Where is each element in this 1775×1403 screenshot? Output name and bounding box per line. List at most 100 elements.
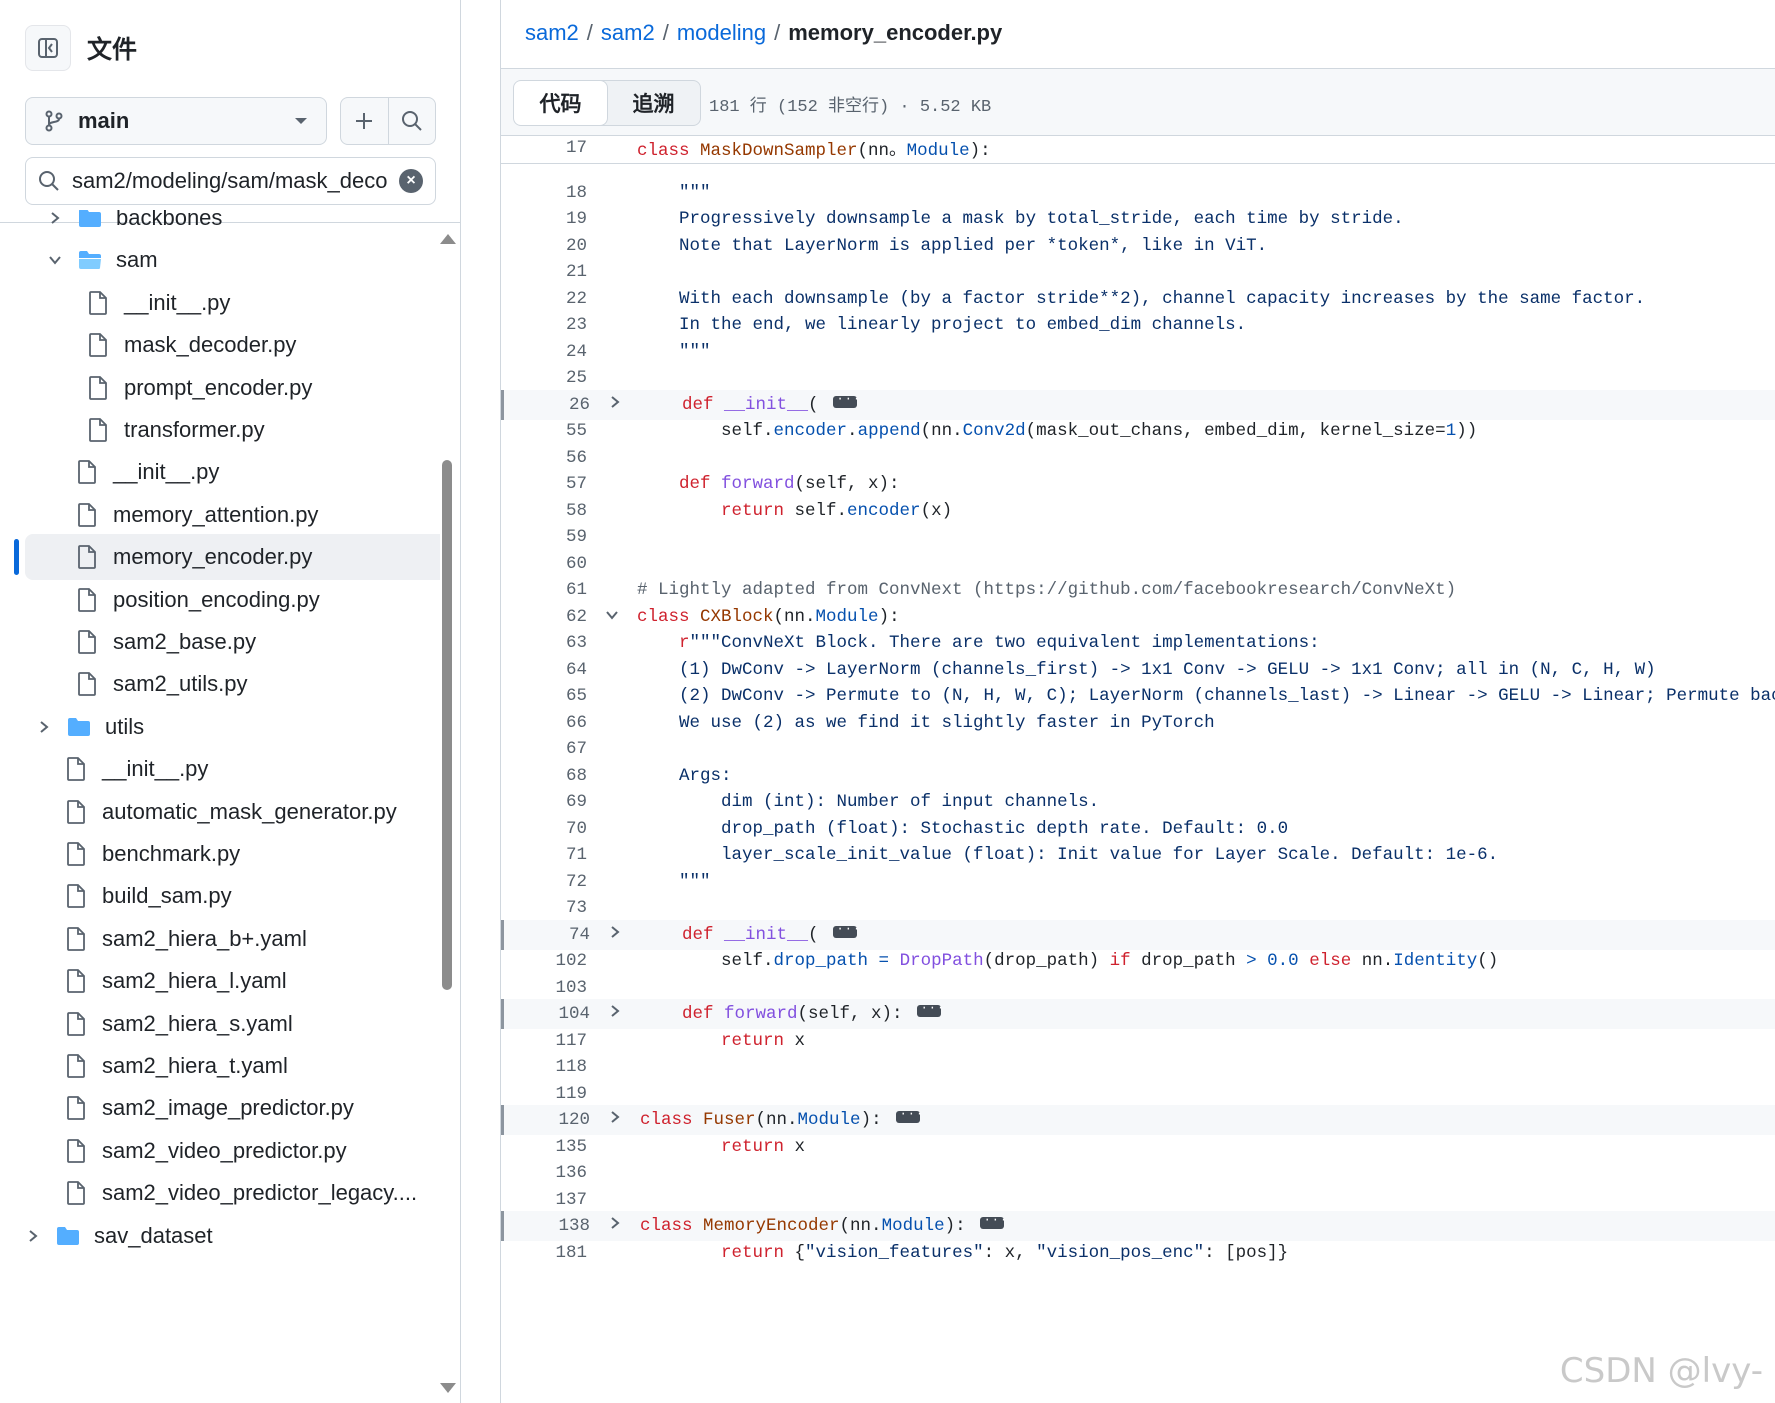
expand-fold-icon[interactable] [609, 1110, 621, 1130]
line-number[interactable]: 18 [501, 183, 587, 203]
line-number[interactable]: 62 [501, 607, 587, 627]
file-search-input[interactable] [70, 167, 399, 195]
line-number[interactable]: 74 [504, 925, 590, 945]
line-number[interactable]: 119 [501, 1084, 587, 1104]
tree-file[interactable]: sam2_hiera_t.yaml [62, 1043, 288, 1089]
line-number[interactable]: 60 [501, 554, 587, 574]
chevron-right-icon[interactable] [44, 211, 66, 225]
tree-file[interactable]: __init__.py [62, 746, 208, 792]
breadcrumb-link[interactable]: sam2 [601, 20, 655, 46]
tree-file[interactable]: __init__.py [73, 449, 219, 495]
tree-file[interactable]: prompt_encoder.py [84, 365, 312, 411]
line-number[interactable]: 102 [501, 951, 587, 971]
line-number[interactable]: 117 [501, 1031, 587, 1051]
ellipsis-expand-icon[interactable] [832, 922, 861, 938]
tree-folder[interactable]: sav_dataset [22, 1213, 213, 1259]
tree-file[interactable]: sam2_video_predictor_legacy.... [62, 1170, 417, 1216]
chevron-right-icon[interactable] [33, 720, 55, 734]
line-number[interactable]: 57 [501, 474, 587, 494]
branch-selector[interactable]: main [25, 97, 327, 145]
go-to-file-search[interactable]: × [25, 157, 436, 205]
tree-file[interactable]: sam2_utils.py [73, 661, 248, 707]
collapse-sidebar-button[interactable] [25, 25, 71, 71]
line-number[interactable]: 104 [504, 1004, 590, 1024]
line-number[interactable]: 26 [504, 395, 590, 415]
tree-file[interactable]: sam2_base.py [73, 619, 256, 665]
scrollbar-thumb[interactable] [442, 460, 452, 990]
line-number[interactable]: 69 [501, 792, 587, 812]
line-number[interactable]: 58 [501, 501, 587, 521]
line-number[interactable]: 55 [501, 421, 587, 441]
line-number[interactable]: 65 [501, 686, 587, 706]
line-number[interactable]: 68 [501, 766, 587, 786]
line-number[interactable]: 25 [501, 368, 587, 388]
tree-folder[interactable]: sam [44, 237, 158, 283]
line-number[interactable]: 136 [501, 1163, 587, 1183]
ellipsis-expand-icon[interactable] [979, 1213, 1008, 1230]
scroll-down-icon[interactable] [440, 1383, 456, 1393]
file-meta: 181 行 (152 非空行) · 5.52 KB [709, 98, 992, 117]
tree-file[interactable]: mask_decoder.py [84, 322, 296, 368]
tree-file[interactable]: sam2_hiera_b+.yaml [62, 916, 307, 962]
line-number[interactable]: 24 [501, 342, 587, 362]
line-number[interactable]: 71 [501, 845, 587, 865]
line-number[interactable]: 70 [501, 819, 587, 839]
tree-folder[interactable]: backbones [44, 210, 222, 241]
line-number[interactable]: 120 [504, 1110, 590, 1130]
chevron-right-icon[interactable] [22, 1229, 44, 1243]
expand-fold-icon[interactable] [609, 925, 621, 945]
tree-file[interactable]: sam2_image_predictor.py [62, 1085, 354, 1131]
tree-file[interactable]: sam2_hiera_s.yaml [62, 1001, 293, 1047]
tree-file[interactable]: sam2_video_predictor.py [62, 1128, 347, 1174]
tree-file[interactable]: transformer.py [84, 407, 265, 453]
line-number[interactable]: 67 [501, 739, 587, 759]
line-number[interactable]: 20 [501, 236, 587, 256]
line-number[interactable]: 61 [501, 580, 587, 600]
tree-item-label: mask_decoder.py [124, 332, 297, 358]
line-number[interactable]: 138 [504, 1216, 590, 1236]
tree-file[interactable]: memory_encoder.py [25, 534, 440, 581]
tree-file[interactable]: build_sam.py [62, 873, 232, 919]
tree-file[interactable]: memory_attention.py [73, 492, 318, 538]
line-number[interactable]: 181 [501, 1243, 587, 1263]
breadcrumb-link[interactable]: sam2 [525, 20, 579, 46]
line-number[interactable]: 63 [501, 633, 587, 653]
line-number[interactable]: 103 [501, 978, 587, 998]
ellipsis-expand-icon[interactable] [832, 392, 861, 408]
line-number[interactable]: 22 [501, 289, 587, 309]
tree-file[interactable]: __init__.py [84, 280, 230, 326]
line-number[interactable]: 56 [501, 448, 587, 468]
code-line: 104 def forward(self, x): [501, 999, 1775, 1029]
chevron-down-icon[interactable] [44, 254, 66, 266]
breadcrumb-link[interactable]: modeling [677, 20, 766, 46]
line-number[interactable]: 118 [501, 1057, 587, 1077]
ellipsis-expand-icon[interactable] [916, 1001, 945, 1018]
line-number[interactable]: 73 [501, 898, 587, 918]
ellipsis-expand-icon[interactable] [895, 1107, 924, 1124]
tree-file[interactable]: benchmark.py [62, 831, 240, 877]
clear-search-icon[interactable]: × [399, 169, 423, 193]
collapse-fold-icon[interactable] [605, 607, 619, 627]
line-number[interactable]: 72 [501, 872, 587, 892]
tab-code[interactable]: 代码 [514, 81, 608, 125]
line-number[interactable]: 21 [501, 262, 587, 282]
tree-file[interactable]: automatic_mask_generator.py [62, 789, 397, 835]
expand-fold-icon[interactable] [609, 395, 621, 415]
line-number[interactable]: 23 [501, 315, 587, 335]
tree-folder[interactable]: utils [33, 704, 144, 750]
line-number[interactable]: 19 [501, 209, 587, 229]
tree-file[interactable]: position_encoding.py [73, 577, 320, 623]
line-number[interactable]: 17 [501, 138, 587, 158]
line-number[interactable]: 66 [501, 713, 587, 733]
expand-fold-icon[interactable] [609, 1004, 621, 1024]
add-file-button[interactable] [341, 98, 389, 144]
tree-file[interactable]: sam2_hiera_l.yaml [62, 958, 287, 1004]
line-number[interactable]: 59 [501, 527, 587, 547]
scroll-up-icon[interactable] [440, 234, 456, 244]
line-number[interactable]: 137 [501, 1190, 587, 1210]
search-code-button[interactable] [389, 98, 436, 144]
expand-fold-icon[interactable] [609, 1216, 621, 1236]
tab-blame[interactable]: 追溯 [607, 81, 700, 125]
line-number[interactable]: 135 [501, 1137, 587, 1157]
line-number[interactable]: 64 [501, 660, 587, 680]
